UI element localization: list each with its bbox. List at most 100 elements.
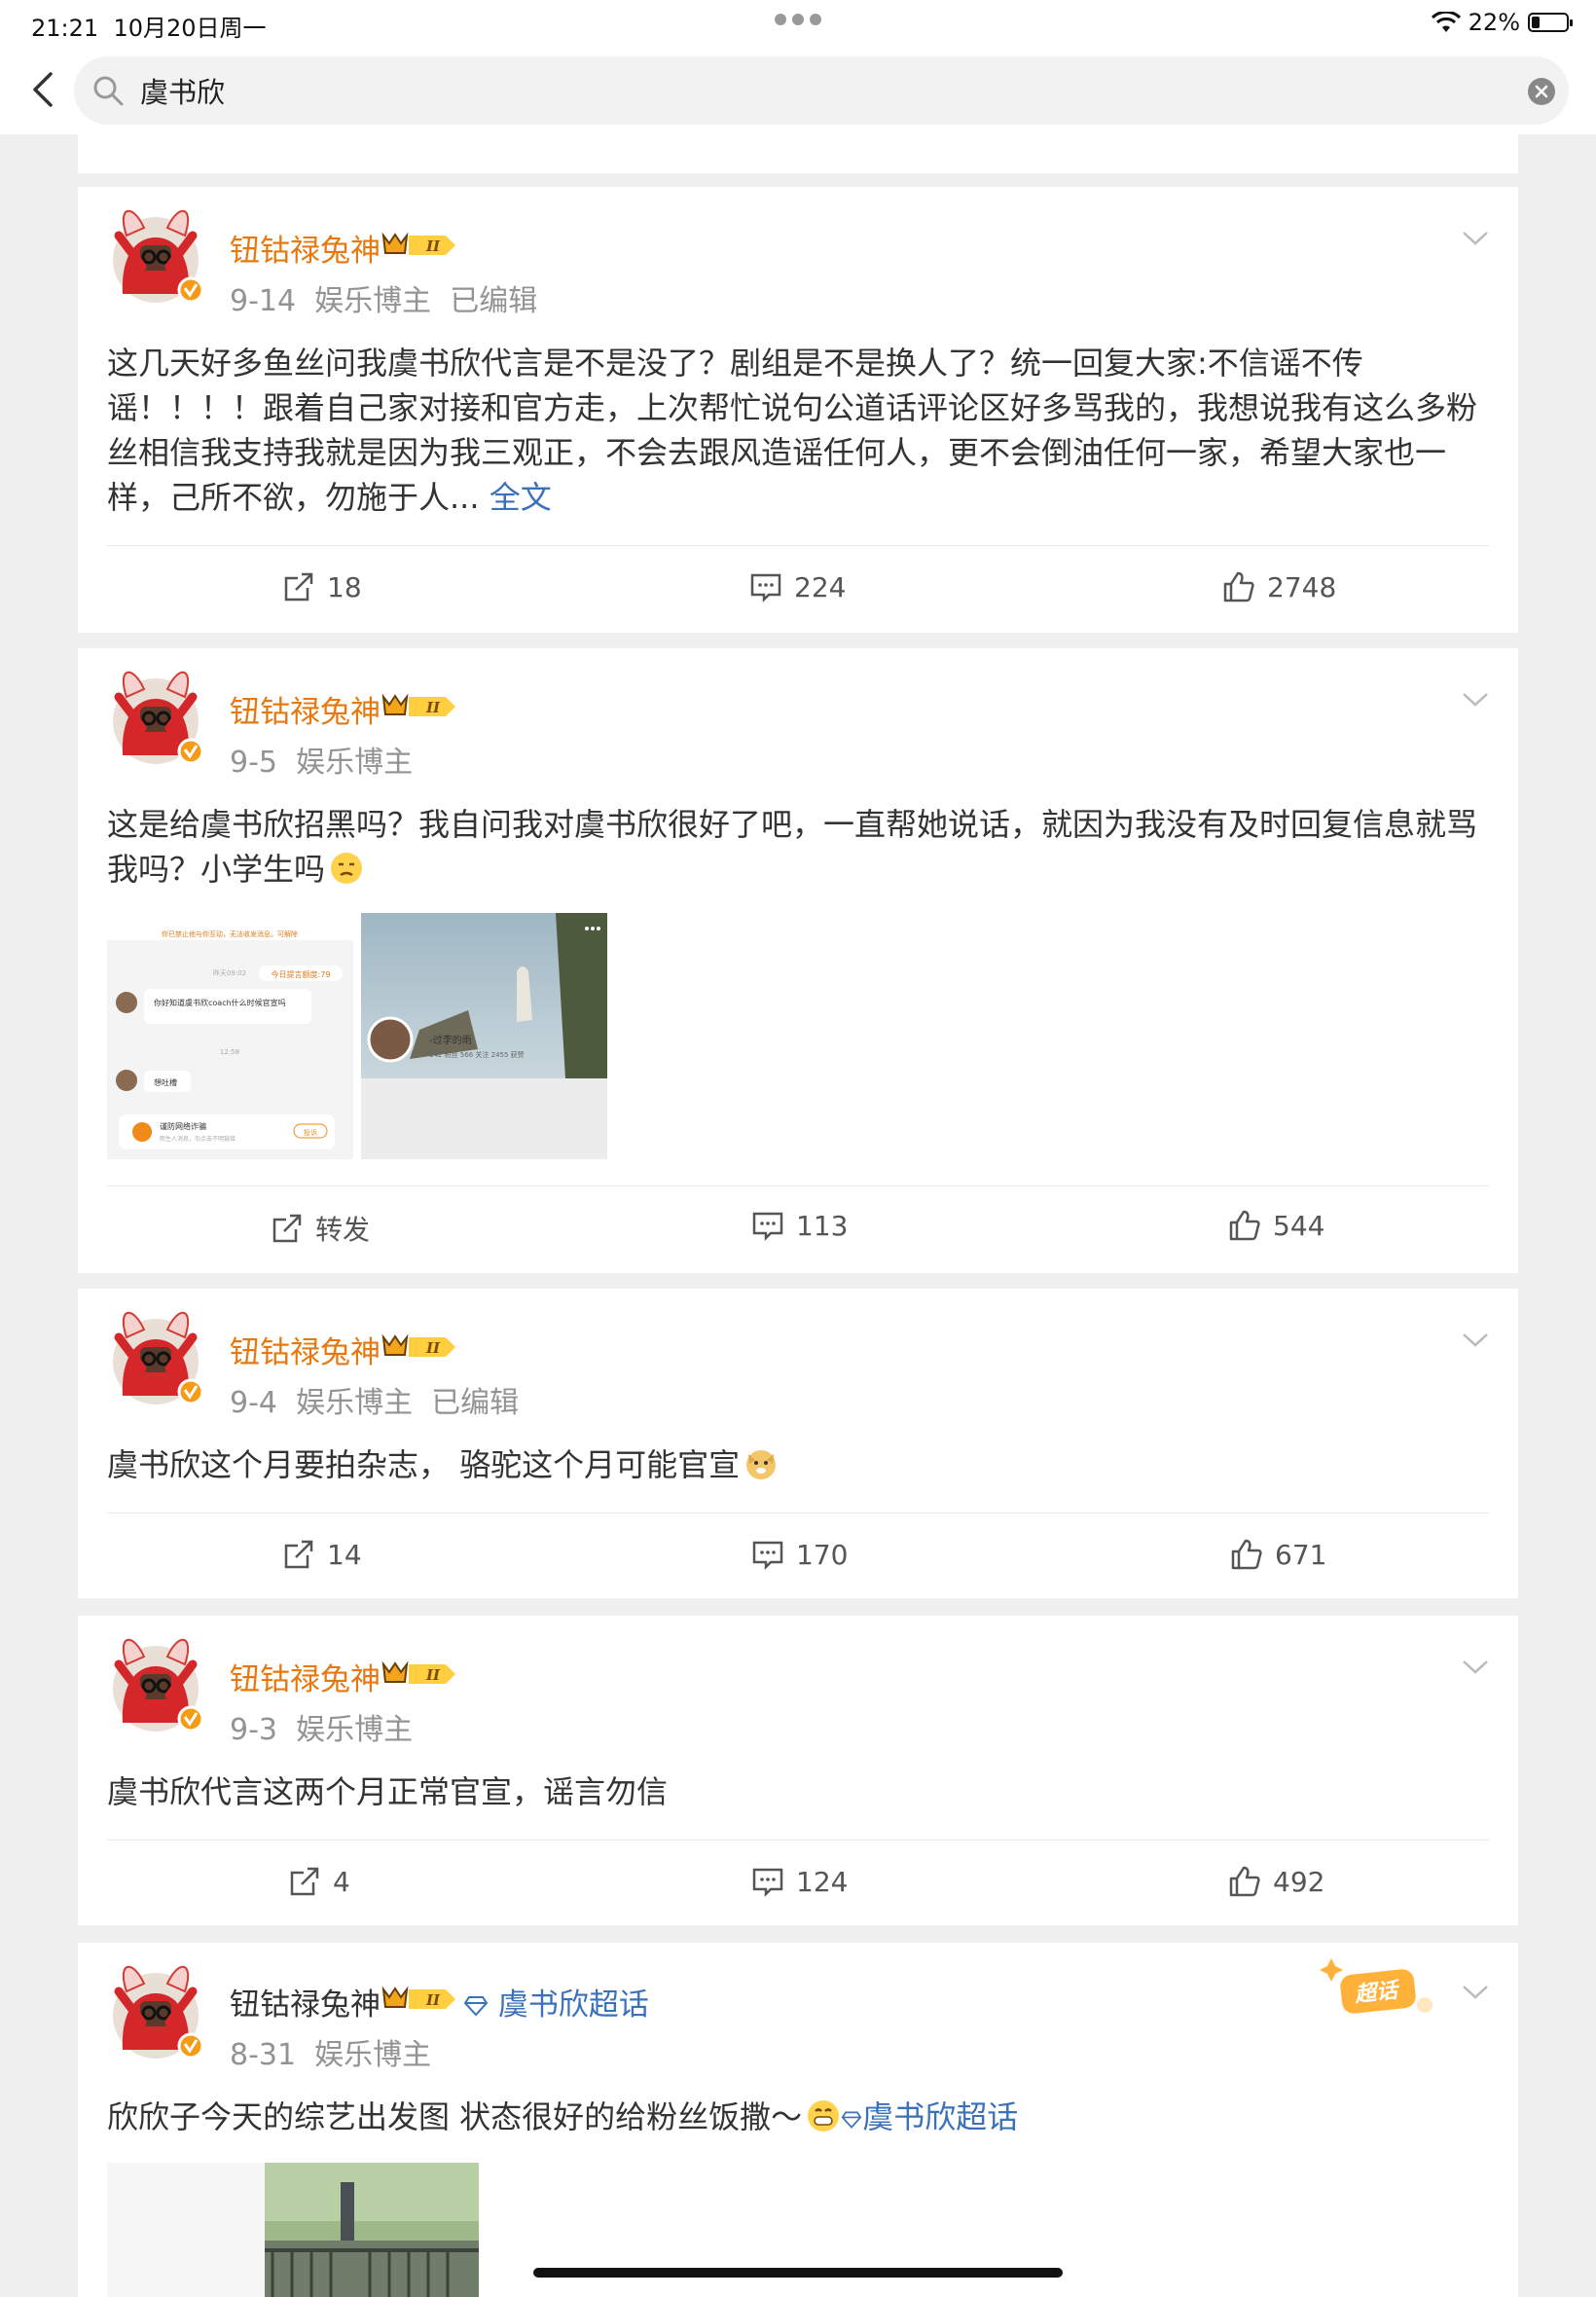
doge-emoji-icon — [746, 1450, 777, 1479]
back-chevron-icon[interactable] — [23, 68, 66, 111]
chevron-down-icon[interactable] — [1462, 230, 1489, 247]
search-input[interactable] — [140, 70, 1483, 111]
repost-icon — [272, 1214, 302, 1243]
post-meta: 8-31 娱乐博主 — [230, 2038, 432, 2072]
chevron-down-icon[interactable] — [1462, 1984, 1489, 2001]
user-avatar[interactable] — [107, 1962, 204, 2060]
supertopic-link[interactable]: 虞书欣超话 — [463, 1980, 649, 2024]
svg-text:你已禁止他与你互动，无法收发消息。可解除: 你已禁止他与你互动，无法收发消息。可解除 — [162, 930, 298, 938]
comment-icon — [750, 573, 781, 603]
diamond-icon — [841, 2111, 862, 2129]
battery-percent: 22% — [1468, 9, 1520, 36]
status-right: 22% — [1431, 9, 1573, 36]
multitask-dots[interactable] — [775, 14, 821, 25]
status-time: 21:21 10月20日周一 — [31, 15, 267, 42]
thumbs-up-icon — [1223, 571, 1254, 602]
post-card[interactable]: 钮钴禄兔神 II 9-5 娱乐博主 这是给虞书欣招黑吗？我自问我对虞书欣很好了吧… — [78, 648, 1518, 1273]
post-card[interactable]: 钮钴禄兔神 II 9-3 娱乐博主 虞书欣代言这两个月正常官宣，谣言勿信 4 1… — [78, 1616, 1518, 1925]
username[interactable]: 钮钴禄兔神 — [230, 687, 381, 731]
search-icon — [93, 76, 124, 106]
divider — [107, 1185, 1489, 1186]
svg-text:投诉: 投诉 — [304, 1128, 317, 1137]
thumbs-up-icon — [1229, 1866, 1260, 1897]
repost-button[interactable]: 转发 — [271, 1209, 370, 1248]
post-card[interactable]: 钮钴禄兔神 II 9-14 娱乐博主 已编辑 这几天好多鱼丝问我虞书欣代言是不是… — [78, 187, 1518, 633]
comment-button[interactable]: 224 — [749, 570, 846, 603]
svg-text:想吐槽: 想吐槽 — [154, 1077, 177, 1087]
member-crown-icon[interactable]: II — [381, 232, 457, 259]
post-text: 这几天好多鱼丝问我虞书欣代言是不是没了？剧组是不是换人了？统一回复大家:不信谣不… — [107, 345, 1478, 516]
svg-text:谨防网络诈骗: 谨防网络诈骗 — [160, 1121, 206, 1131]
comment-button[interactable]: 113 — [751, 1209, 848, 1242]
member-crown-icon[interactable]: II — [381, 1660, 457, 1688]
diamond-icon — [463, 1996, 489, 2017]
svg-text:你好知道虞书欣coach什么时候官宣吗: 你好知道虞书欣coach什么时候官宣吗 — [154, 998, 286, 1007]
post-meta: 9-3 娱乐博主 — [230, 1713, 414, 1747]
thinking-emoji-icon — [331, 853, 363, 884]
post-image[interactable] — [107, 2163, 479, 2297]
repost-button[interactable]: 4 — [288, 1865, 350, 1898]
like-button[interactable]: 492 — [1228, 1865, 1324, 1898]
supertopic-badge[interactable]: 超话 — [1320, 1956, 1436, 2023]
repost-button[interactable]: 14 — [282, 1538, 362, 1571]
user-avatar[interactable] — [107, 1308, 204, 1405]
post-card[interactable]: 钮钴禄兔神 II 9-4 娱乐博主 已编辑 虞书欣这个月要拍杂志， 骆驼这个月可… — [78, 1289, 1518, 1598]
post-card[interactable]: 钮钴禄兔神 II 虞书欣超话 8-31 娱乐博主 超话 欣欣子今天的综艺出发图 … — [78, 1943, 1518, 2297]
search-header — [0, 47, 1596, 134]
member-crown-icon[interactable]: II — [381, 1333, 457, 1361]
post-text: 虞书欣这个月要拍杂志， 骆驼这个月可能官宣 — [107, 1442, 1479, 1487]
chat-screenshot-image: 你已禁止他与你互动，无法收发消息。可解除 昨天09:02 今日提言额度:79 你… — [107, 913, 353, 1159]
search-box[interactable] — [74, 56, 1569, 125]
chevron-down-icon[interactable] — [1462, 1659, 1489, 1676]
member-crown-icon[interactable]: II — [381, 693, 457, 720]
repost-icon — [290, 1867, 319, 1896]
svg-text:陌生人消息，勿点击不明链接: 陌生人消息，勿点击不明链接 — [160, 1135, 236, 1143]
svg-text:-过李的雨: -过李的雨 — [429, 1034, 472, 1046]
username[interactable]: 钮钴禄兔神 — [230, 1328, 381, 1371]
like-button[interactable]: 671 — [1230, 1538, 1326, 1571]
chevron-down-icon[interactable] — [1462, 1331, 1489, 1349]
svg-text:142 粉丝 566 关注 2455 获赞: 142 粉丝 566 关注 2455 获赞 — [429, 1050, 525, 1059]
post-meta: 9-5 娱乐博主 — [230, 746, 414, 780]
expand-full-text-link[interactable]: 全文 — [490, 479, 552, 516]
like-button[interactable]: 544 — [1228, 1209, 1324, 1242]
comment-icon — [752, 1212, 783, 1242]
member-crown-icon[interactable]: II — [381, 1986, 457, 2013]
username[interactable]: 钮钴禄兔神 — [230, 1655, 381, 1698]
svg-text:昨天09:02: 昨天09:02 — [213, 968, 246, 977]
svg-text:II: II — [425, 237, 441, 255]
user-avatar[interactable] — [107, 206, 204, 304]
post-image-profile-screenshot[interactable]: -过李的雨 142 粉丝 566 关注 2455 获赞 — [361, 913, 607, 1159]
user-avatar[interactable] — [107, 668, 204, 765]
svg-text:今日提言额度:79: 今日提言额度:79 — [272, 969, 331, 979]
comment-icon — [752, 1868, 783, 1898]
chevron-down-icon[interactable] — [1462, 691, 1489, 709]
svg-text:超话: 超话 — [1353, 1979, 1401, 2008]
grin-emoji-icon — [808, 2100, 840, 2132]
comment-button[interactable]: 170 — [751, 1538, 848, 1571]
thumbs-up-icon — [1229, 1210, 1260, 1241]
svg-text:II: II — [425, 1666, 441, 1684]
battery-icon — [1528, 13, 1573, 32]
username[interactable]: 钮钴禄兔神 — [230, 1980, 381, 2024]
like-button[interactable]: 2748 — [1222, 570, 1336, 603]
comment-button[interactable]: 124 — [751, 1865, 848, 1898]
divider — [107, 1840, 1489, 1841]
previous-post-card — [78, 134, 1518, 173]
post-text: 这是给虞书欣招黑吗？我自问我对虞书欣很好了吧，一直帮她说话，就因为我没有及时回复… — [107, 806, 1478, 888]
wifi-icon — [1431, 12, 1461, 32]
repost-icon — [284, 1540, 313, 1569]
thumbs-up-icon — [1231, 1539, 1262, 1570]
status-bar: 21:21 10月20日周一 22% — [0, 0, 1596, 47]
post-image-chat-screenshot[interactable]: 你已禁止他与你互动，无法收发消息。可解除 昨天09:02 今日提言额度:79 你… — [107, 913, 353, 1159]
post-meta: 9-4 娱乐博主 已编辑 — [230, 1386, 520, 1420]
svg-text:II: II — [425, 699, 441, 716]
username[interactable]: 钮钴禄兔神 — [230, 226, 381, 270]
svg-text:II: II — [425, 1991, 441, 2009]
home-indicator[interactable] — [533, 2268, 1063, 2278]
supertopic-inline-link[interactable]: 虞书欣超话 — [841, 2098, 1018, 2135]
clear-search-icon[interactable] — [1528, 78, 1555, 105]
post-text: 欣欣子今天的综艺出发图 状态很好的给粉丝饭撒～ 虞书欣超话 — [107, 2098, 1019, 2135]
repost-button[interactable]: 18 — [282, 570, 362, 603]
user-avatar[interactable] — [107, 1635, 204, 1732]
